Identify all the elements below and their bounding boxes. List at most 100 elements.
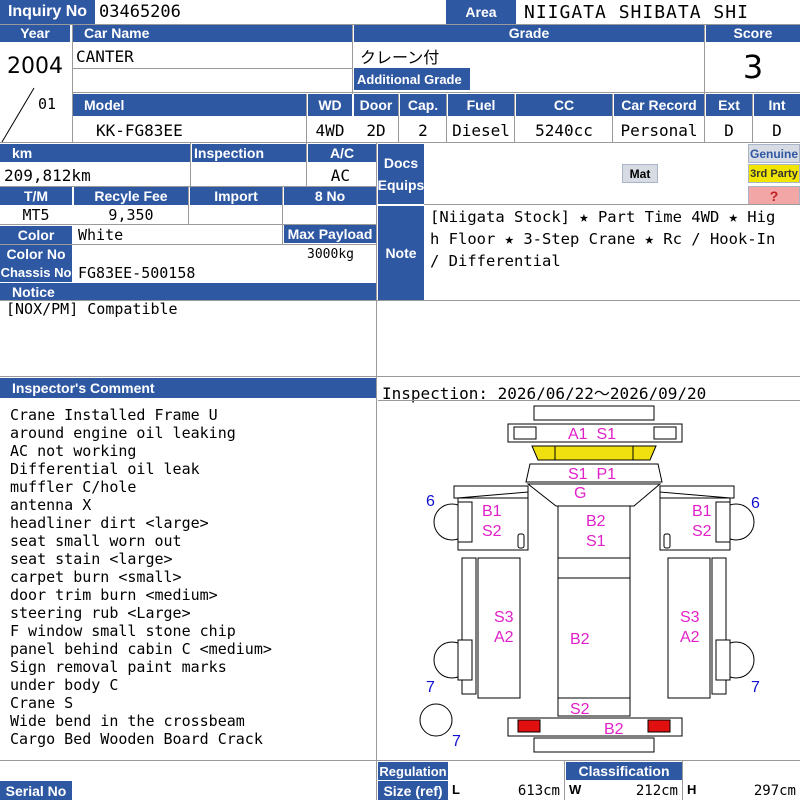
car-name-value: CANTER — [76, 46, 134, 66]
year-divider — [1, 87, 35, 143]
comment-line: Sign removal paint marks — [10, 658, 227, 676]
mark-cab-top2: G — [574, 485, 586, 502]
classification-label: Classification — [566, 762, 682, 780]
comment-line: under body C — [10, 676, 119, 694]
cap-label: Cap. — [400, 94, 446, 116]
grid-line — [376, 142, 377, 800]
grade-value: クレーン付 — [360, 48, 440, 67]
cc-value: 5240cc — [535, 120, 593, 140]
grid-line — [0, 244, 376, 245]
comment-line: door trim burn <medium> — [10, 586, 218, 604]
grid-line — [612, 94, 613, 142]
color-value: White — [78, 226, 124, 244]
mark-tyre-rl: 7 — [426, 679, 435, 696]
notice-value: [NOX/PM] Compatible — [6, 300, 178, 318]
score-value: 3 — [742, 48, 764, 86]
max-payload-value: 3000kg — [307, 246, 354, 262]
grid-line — [72, 92, 800, 93]
serial-value — [74, 781, 376, 800]
mark-right-bed: S3 — [680, 609, 700, 626]
mark-front-bumper: A1 S1 — [568, 426, 616, 443]
mark-right-door2: S2 — [692, 523, 712, 540]
max-payload-label: Max Payload — [284, 225, 376, 243]
ext-value: D — [724, 120, 734, 140]
mark-rear-s2: S2 — [570, 701, 590, 718]
grid-line — [352, 24, 353, 94]
inquiry-number: 03465206 — [99, 2, 181, 22]
color-no-label: Color No — [0, 245, 72, 263]
mark-tyre-fr: 6 — [751, 495, 760, 512]
mark-right-bed2: A2 — [680, 629, 700, 646]
docs-label: Docs — [383, 155, 419, 171]
int-label: Int — [754, 94, 800, 116]
car-name-label: Car Name — [72, 24, 352, 42]
grid-line — [0, 760, 800, 761]
month-value: 01 — [38, 95, 57, 113]
mark-left-bed: S3 — [494, 609, 514, 626]
comment-line: Crane Installed Frame U — [10, 406, 218, 424]
km-label: km — [0, 144, 190, 162]
inspector-comment-label: Inspector's Comment — [0, 378, 376, 398]
score-label: Score — [706, 24, 800, 42]
regulation-label: Regulation — [378, 762, 448, 780]
note-text: [Niigata Stock] ★ Part Time 4WD ★ High F… — [430, 208, 776, 270]
unknown-badge: ? — [748, 186, 800, 205]
regulation-value — [450, 762, 564, 780]
year-value: 2004 — [7, 53, 63, 79]
import-label: Import — [190, 187, 282, 205]
model-value: KK-FG83EE — [96, 120, 183, 140]
size-l-label: L — [452, 782, 460, 797]
inspector-comment-list: Crane Installed Frame U around engine oi… — [10, 406, 372, 756]
grid-line — [0, 376, 800, 377]
area-value: NIIGATA SHIBATA SHI — [524, 1, 749, 23]
additional-grade-label: Additional Grade — [354, 68, 470, 90]
wd-label: WD — [308, 94, 352, 116]
grid-line — [0, 24, 800, 25]
inspection-value — [192, 164, 306, 186]
mark-right-door: B1 — [692, 503, 712, 520]
comment-line: Wide bend in the crossbeam — [10, 712, 245, 730]
classification-value — [684, 762, 800, 780]
grid-line — [424, 204, 800, 205]
grid-line — [72, 24, 73, 142]
tm-label: T/M — [0, 187, 72, 205]
size-h-value: 297cm — [753, 782, 796, 799]
comment-line: F window small stone chip — [10, 622, 236, 640]
grid-line — [704, 24, 705, 142]
km-value: 209,812km — [4, 165, 91, 185]
ac-label: A/C — [308, 144, 376, 162]
comment-line: steering rub <Large> — [10, 604, 191, 622]
grid-line — [190, 142, 191, 186]
car-record-value: Personal — [620, 120, 698, 140]
comment-line: seat stain <large> — [10, 550, 173, 568]
mark-tyre-rr: 7 — [751, 679, 760, 696]
color-no-value — [74, 245, 282, 263]
eight-no-value — [284, 206, 376, 224]
grid-line — [306, 94, 307, 142]
comment-line: Differential oil leak — [10, 460, 200, 478]
comment-line: panel behind cabin C <medium> — [10, 640, 272, 658]
inquiry-label: Inquiry No — [0, 0, 95, 24]
size-w-value: 212cm — [635, 782, 678, 799]
mark-rear-b2: B2 — [604, 721, 624, 738]
model-label: Model — [72, 94, 306, 116]
mark-tyre-spare: 7 — [452, 733, 461, 750]
color-label: Color — [0, 226, 72, 244]
car-record-label: Car Record — [614, 94, 704, 116]
mark-left-door2: S2 — [482, 523, 502, 540]
import-value — [190, 206, 282, 224]
mark-tyre-fl: 6 — [426, 493, 435, 510]
mat-badge: Mat — [622, 164, 658, 183]
grid-line — [72, 68, 352, 69]
grid-line — [188, 186, 189, 224]
size-h-label: H — [687, 782, 697, 797]
comment-line: Cargo Bed Wooden Board Crack — [10, 730, 263, 748]
recycle-label: Recyle Fee — [74, 187, 188, 205]
grid-line — [306, 142, 307, 186]
mark-center-cab: B2 — [586, 513, 606, 530]
eight-no-label: 8 No — [284, 187, 376, 205]
cc-label: CC — [516, 94, 612, 116]
comment-line: around engine oil leaking — [10, 424, 236, 442]
grid-line — [282, 186, 283, 244]
third-party-badge: 3rd Party — [748, 164, 800, 183]
